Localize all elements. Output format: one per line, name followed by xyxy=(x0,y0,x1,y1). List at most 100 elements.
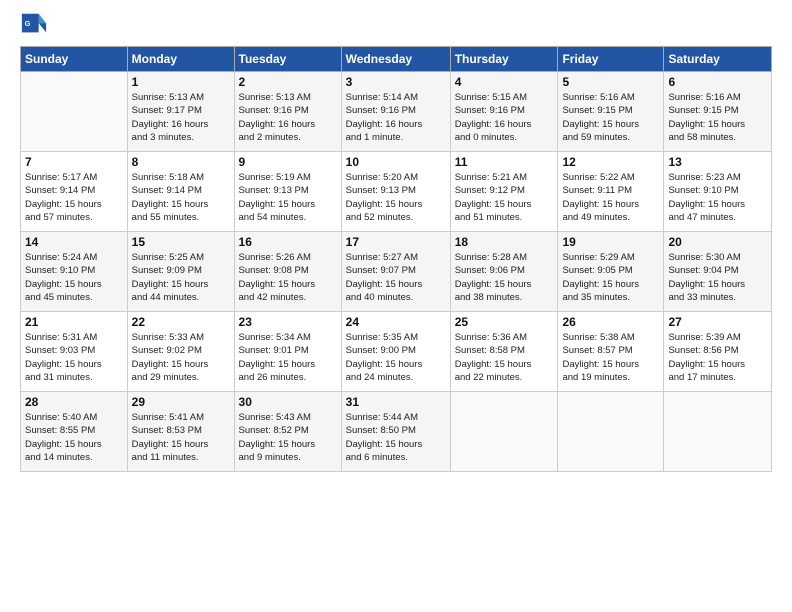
calendar-cell xyxy=(558,392,664,472)
day-info: Sunrise: 5:14 AM Sunset: 9:16 PM Dayligh… xyxy=(346,91,446,144)
day-info: Sunrise: 5:29 AM Sunset: 9:05 PM Dayligh… xyxy=(562,251,659,304)
day-info: Sunrise: 5:33 AM Sunset: 9:02 PM Dayligh… xyxy=(132,331,230,384)
day-info: Sunrise: 5:31 AM Sunset: 9:03 PM Dayligh… xyxy=(25,331,123,384)
header-day: Wednesday xyxy=(341,47,450,72)
header-day: Tuesday xyxy=(234,47,341,72)
calendar-cell: 5 Sunrise: 5:16 AM Sunset: 9:15 PM Daylig… xyxy=(558,72,664,152)
calendar-week-row: 1 Sunrise: 5:13 AM Sunset: 9:17 PM Daylig… xyxy=(21,72,772,152)
day-info: Sunrise: 5:40 AM Sunset: 8:55 PM Dayligh… xyxy=(25,411,123,464)
day-number: 20 xyxy=(668,235,767,249)
calendar-cell: 27 Sunrise: 5:39 AM Sunset: 8:56 PM Dayli… xyxy=(664,312,772,392)
day-info: Sunrise: 5:17 AM Sunset: 9:14 PM Dayligh… xyxy=(25,171,123,224)
day-info: Sunrise: 5:23 AM Sunset: 9:10 PM Dayligh… xyxy=(668,171,767,224)
calendar-cell xyxy=(664,392,772,472)
calendar-cell: 21 Sunrise: 5:31 AM Sunset: 9:03 PM Dayli… xyxy=(21,312,128,392)
calendar-cell: 17 Sunrise: 5:27 AM Sunset: 9:07 PM Dayli… xyxy=(341,232,450,312)
day-info: Sunrise: 5:38 AM Sunset: 8:57 PM Dayligh… xyxy=(562,331,659,384)
calendar-week-row: 21 Sunrise: 5:31 AM Sunset: 9:03 PM Dayli… xyxy=(21,312,772,392)
day-number: 26 xyxy=(562,315,659,329)
calendar-cell: 30Sunrise: 5:43 AM Sunset: 8:52 PM Dayli… xyxy=(234,392,341,472)
day-info: Sunrise: 5:39 AM Sunset: 8:56 PM Dayligh… xyxy=(668,331,767,384)
day-number: 1 xyxy=(132,75,230,89)
calendar-cell: 20 Sunrise: 5:30 AM Sunset: 9:04 PM Dayli… xyxy=(664,232,772,312)
calendar-cell: 3Sunrise: 5:14 AM Sunset: 9:16 PM Daylig… xyxy=(341,72,450,152)
calendar-cell: 18 Sunrise: 5:28 AM Sunset: 9:06 PM Dayli… xyxy=(450,232,558,312)
logo-icon: G xyxy=(20,10,48,38)
header: G xyxy=(20,10,772,38)
day-info: Sunrise: 5:16 AM Sunset: 9:15 PM Dayligh… xyxy=(562,91,659,144)
day-info: Sunrise: 5:25 AM Sunset: 9:09 PM Dayligh… xyxy=(132,251,230,304)
day-number: 23 xyxy=(239,315,337,329)
calendar-week-row: 28 Sunrise: 5:40 AM Sunset: 8:55 PM Dayli… xyxy=(21,392,772,472)
header-row: SundayMondayTuesdayWednesdayThursdayFrid… xyxy=(21,47,772,72)
calendar-cell: 28 Sunrise: 5:40 AM Sunset: 8:55 PM Dayli… xyxy=(21,392,128,472)
day-info: Sunrise: 5:13 AM Sunset: 9:17 PM Dayligh… xyxy=(132,91,230,144)
day-number: 4 xyxy=(455,75,554,89)
calendar-week-row: 14Sunrise: 5:24 AM Sunset: 9:10 PM Dayli… xyxy=(21,232,772,312)
day-info: Sunrise: 5:27 AM Sunset: 9:07 PM Dayligh… xyxy=(346,251,446,304)
day-number: 17 xyxy=(346,235,446,249)
day-number: 5 xyxy=(562,75,659,89)
day-number: 25 xyxy=(455,315,554,329)
calendar-cell: 19 Sunrise: 5:29 AM Sunset: 9:05 PM Dayli… xyxy=(558,232,664,312)
day-number: 13 xyxy=(668,155,767,169)
calendar-cell: 14Sunrise: 5:24 AM Sunset: 9:10 PM Dayli… xyxy=(21,232,128,312)
calendar-cell xyxy=(21,72,128,152)
header-day: Saturday xyxy=(664,47,772,72)
day-number: 28 xyxy=(25,395,123,409)
calendar-cell: 24 Sunrise: 5:35 AM Sunset: 9:00 PM Dayli… xyxy=(341,312,450,392)
calendar-cell: 16 Sunrise: 5:26 AM Sunset: 9:08 PM Dayli… xyxy=(234,232,341,312)
day-info: Sunrise: 5:20 AM Sunset: 9:13 PM Dayligh… xyxy=(346,171,446,224)
day-info: Sunrise: 5:13 AM Sunset: 9:16 PM Dayligh… xyxy=(239,91,337,144)
day-number: 12 xyxy=(562,155,659,169)
day-number: 11 xyxy=(455,155,554,169)
day-number: 27 xyxy=(668,315,767,329)
logo: G xyxy=(20,10,52,38)
calendar-week-row: 7 Sunrise: 5:17 AM Sunset: 9:14 PM Daylig… xyxy=(21,152,772,232)
day-info: Sunrise: 5:21 AM Sunset: 9:12 PM Dayligh… xyxy=(455,171,554,224)
day-number: 24 xyxy=(346,315,446,329)
day-info: Sunrise: 5:44 AM Sunset: 8:50 PM Dayligh… xyxy=(346,411,446,464)
day-number: 21 xyxy=(25,315,123,329)
calendar-cell: 26 Sunrise: 5:38 AM Sunset: 8:57 PM Dayli… xyxy=(558,312,664,392)
calendar-cell: 13 Sunrise: 5:23 AM Sunset: 9:10 PM Dayli… xyxy=(664,152,772,232)
day-number: 22 xyxy=(132,315,230,329)
header-day: Thursday xyxy=(450,47,558,72)
day-number: 2 xyxy=(239,75,337,89)
calendar-cell: 1 Sunrise: 5:13 AM Sunset: 9:17 PM Daylig… xyxy=(127,72,234,152)
day-number: 31 xyxy=(346,395,446,409)
day-info: Sunrise: 5:26 AM Sunset: 9:08 PM Dayligh… xyxy=(239,251,337,304)
day-number: 14 xyxy=(25,235,123,249)
day-info: Sunrise: 5:16 AM Sunset: 9:15 PM Dayligh… xyxy=(668,91,767,144)
svg-text:G: G xyxy=(25,19,31,28)
day-number: 30 xyxy=(239,395,337,409)
header-day: Monday xyxy=(127,47,234,72)
day-info: Sunrise: 5:22 AM Sunset: 9:11 PM Dayligh… xyxy=(562,171,659,224)
day-number: 18 xyxy=(455,235,554,249)
day-number: 8 xyxy=(132,155,230,169)
day-info: Sunrise: 5:15 AM Sunset: 9:16 PM Dayligh… xyxy=(455,91,554,144)
day-info: Sunrise: 5:35 AM Sunset: 9:00 PM Dayligh… xyxy=(346,331,446,384)
calendar-cell: 2 Sunrise: 5:13 AM Sunset: 9:16 PM Daylig… xyxy=(234,72,341,152)
header-day: Sunday xyxy=(21,47,128,72)
day-number: 29 xyxy=(132,395,230,409)
calendar-cell: 6Sunrise: 5:16 AM Sunset: 9:15 PM Daylig… xyxy=(664,72,772,152)
day-number: 15 xyxy=(132,235,230,249)
day-info: Sunrise: 5:19 AM Sunset: 9:13 PM Dayligh… xyxy=(239,171,337,224)
calendar-cell: 7 Sunrise: 5:17 AM Sunset: 9:14 PM Daylig… xyxy=(21,152,128,232)
calendar-cell: 22 Sunrise: 5:33 AM Sunset: 9:02 PM Dayli… xyxy=(127,312,234,392)
day-number: 16 xyxy=(239,235,337,249)
day-info: Sunrise: 5:36 AM Sunset: 8:58 PM Dayligh… xyxy=(455,331,554,384)
calendar-cell: 11 Sunrise: 5:21 AM Sunset: 9:12 PM Dayli… xyxy=(450,152,558,232)
calendar-cell: 9Sunrise: 5:19 AM Sunset: 9:13 PM Daylig… xyxy=(234,152,341,232)
header-day: Friday xyxy=(558,47,664,72)
calendar-cell: 4 Sunrise: 5:15 AM Sunset: 9:16 PM Daylig… xyxy=(450,72,558,152)
calendar-cell: 12 Sunrise: 5:22 AM Sunset: 9:11 PM Dayli… xyxy=(558,152,664,232)
calendar-cell: 29Sunrise: 5:41 AM Sunset: 8:53 PM Dayli… xyxy=(127,392,234,472)
day-number: 19 xyxy=(562,235,659,249)
day-info: Sunrise: 5:28 AM Sunset: 9:06 PM Dayligh… xyxy=(455,251,554,304)
day-info: Sunrise: 5:30 AM Sunset: 9:04 PM Dayligh… xyxy=(668,251,767,304)
day-number: 7 xyxy=(25,155,123,169)
calendar-cell: 25 Sunrise: 5:36 AM Sunset: 8:58 PM Dayli… xyxy=(450,312,558,392)
page: G SundayMondayTuesdayWednesdayThursdayFr… xyxy=(0,0,792,482)
